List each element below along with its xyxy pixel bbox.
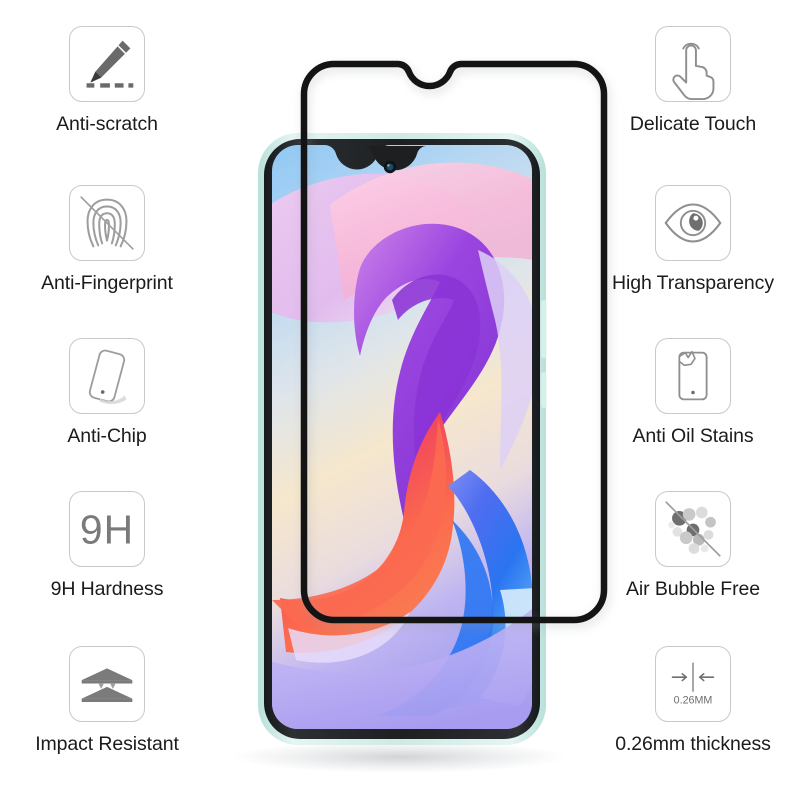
- wallpaper-ribbon-violet-core: [392, 274, 481, 476]
- fingerprint-crossed-icon: [69, 185, 145, 261]
- smartphone-mockup: [258, 133, 547, 745]
- wallpaper-base-lavender: [272, 604, 532, 729]
- feature-9h-hardness[interactable]: 9H 9H Hardness: [2, 491, 212, 600]
- stacked-layers-icon: [69, 646, 145, 722]
- feature-label: Anti-Fingerprint: [41, 272, 173, 294]
- feature-label: Impact Resistant: [35, 733, 179, 755]
- feature-air-bubble-free[interactable]: Air Bubble Free: [588, 491, 798, 600]
- infographic-page: Anti-scratch Anti-Fingerprint Anti-Chip …: [0, 0, 800, 800]
- wallpaper-ribbon-blue: [430, 470, 532, 712]
- front-camera-lens: [386, 163, 394, 171]
- feature-label: 0.26mm thickness: [615, 733, 771, 755]
- front-camera: [383, 160, 397, 174]
- 9h-text-icon: 9H: [69, 491, 145, 567]
- tempered-glass-protector: [300, 60, 610, 628]
- wallpaper-ribbon-red: [280, 412, 455, 653]
- layers-glyph: [81, 668, 133, 703]
- tapping-hand-icon: [655, 26, 731, 102]
- feature-anti-fingerprint[interactable]: Anti-Fingerprint: [2, 185, 212, 294]
- wallpaper-wedge-coral: [272, 418, 447, 628]
- glass-outline: [300, 60, 608, 624]
- power-button: [541, 372, 547, 408]
- wallpaper-arc-ice: [480, 588, 532, 706]
- phone-stain-icon: [655, 338, 731, 414]
- feature-anti-chip[interactable]: Anti-Chip: [2, 338, 212, 447]
- volume-rocker-button: [541, 300, 547, 358]
- wallpaper-blob-pink: [272, 173, 473, 323]
- thickness-arrows-icon: 0.26MM: [655, 646, 731, 722]
- hand-glyph: [672, 44, 715, 101]
- feature-thickness[interactable]: 0.26MM 0.26mm thickness: [588, 646, 798, 755]
- feature-label: High Transparency: [612, 272, 774, 294]
- bubbles-crossed-icon: [655, 491, 731, 567]
- wallpaper-fan-lavender: [478, 250, 532, 470]
- feature-label: Anti Oil Stains: [632, 425, 754, 447]
- wallpaper-ribbon-violet: [354, 223, 505, 520]
- pen-glyph: [90, 40, 131, 83]
- feature-anti-oil-stains[interactable]: Anti Oil Stains: [588, 338, 798, 447]
- wallpaper-crescent-pale: [288, 612, 410, 663]
- feature-anti-scratch[interactable]: Anti-scratch: [2, 26, 212, 135]
- phone-screen: [272, 144, 532, 729]
- feature-label: Air Bubble Free: [626, 578, 760, 600]
- front-camera-glint: [387, 164, 390, 167]
- wallpaper-background: [272, 144, 532, 729]
- thickness-icon-text: 0.26MM: [674, 694, 713, 706]
- eye-icon: [655, 185, 731, 261]
- tilted-phone-glyph: [88, 349, 126, 403]
- feature-label: Anti-Chip: [67, 425, 147, 447]
- feature-delicate-touch[interactable]: Delicate Touch: [588, 26, 798, 135]
- feature-label: 9H Hardness: [50, 578, 164, 600]
- wallpaper-blue-core: [378, 520, 494, 716]
- phone-shadow: [232, 741, 568, 773]
- eye-glyph: [664, 203, 722, 243]
- wallpaper-sweep-pink: [330, 162, 532, 300]
- phone-notch: [363, 145, 427, 171]
- feature-high-transparency[interactable]: High Transparency: [588, 185, 798, 294]
- phone-frame: [258, 133, 546, 745]
- pen-scratch-icon: [69, 26, 145, 102]
- 9h-icon-text: 9H: [80, 507, 134, 553]
- feature-impact-resistant[interactable]: Impact Resistant: [2, 646, 212, 755]
- bubbles-glyph: [668, 506, 716, 554]
- feature-label: Anti-scratch: [56, 113, 158, 135]
- phone-bezel: [264, 139, 540, 739]
- feature-label: Delicate Touch: [629, 113, 757, 135]
- tilted-phone-icon: [69, 338, 145, 414]
